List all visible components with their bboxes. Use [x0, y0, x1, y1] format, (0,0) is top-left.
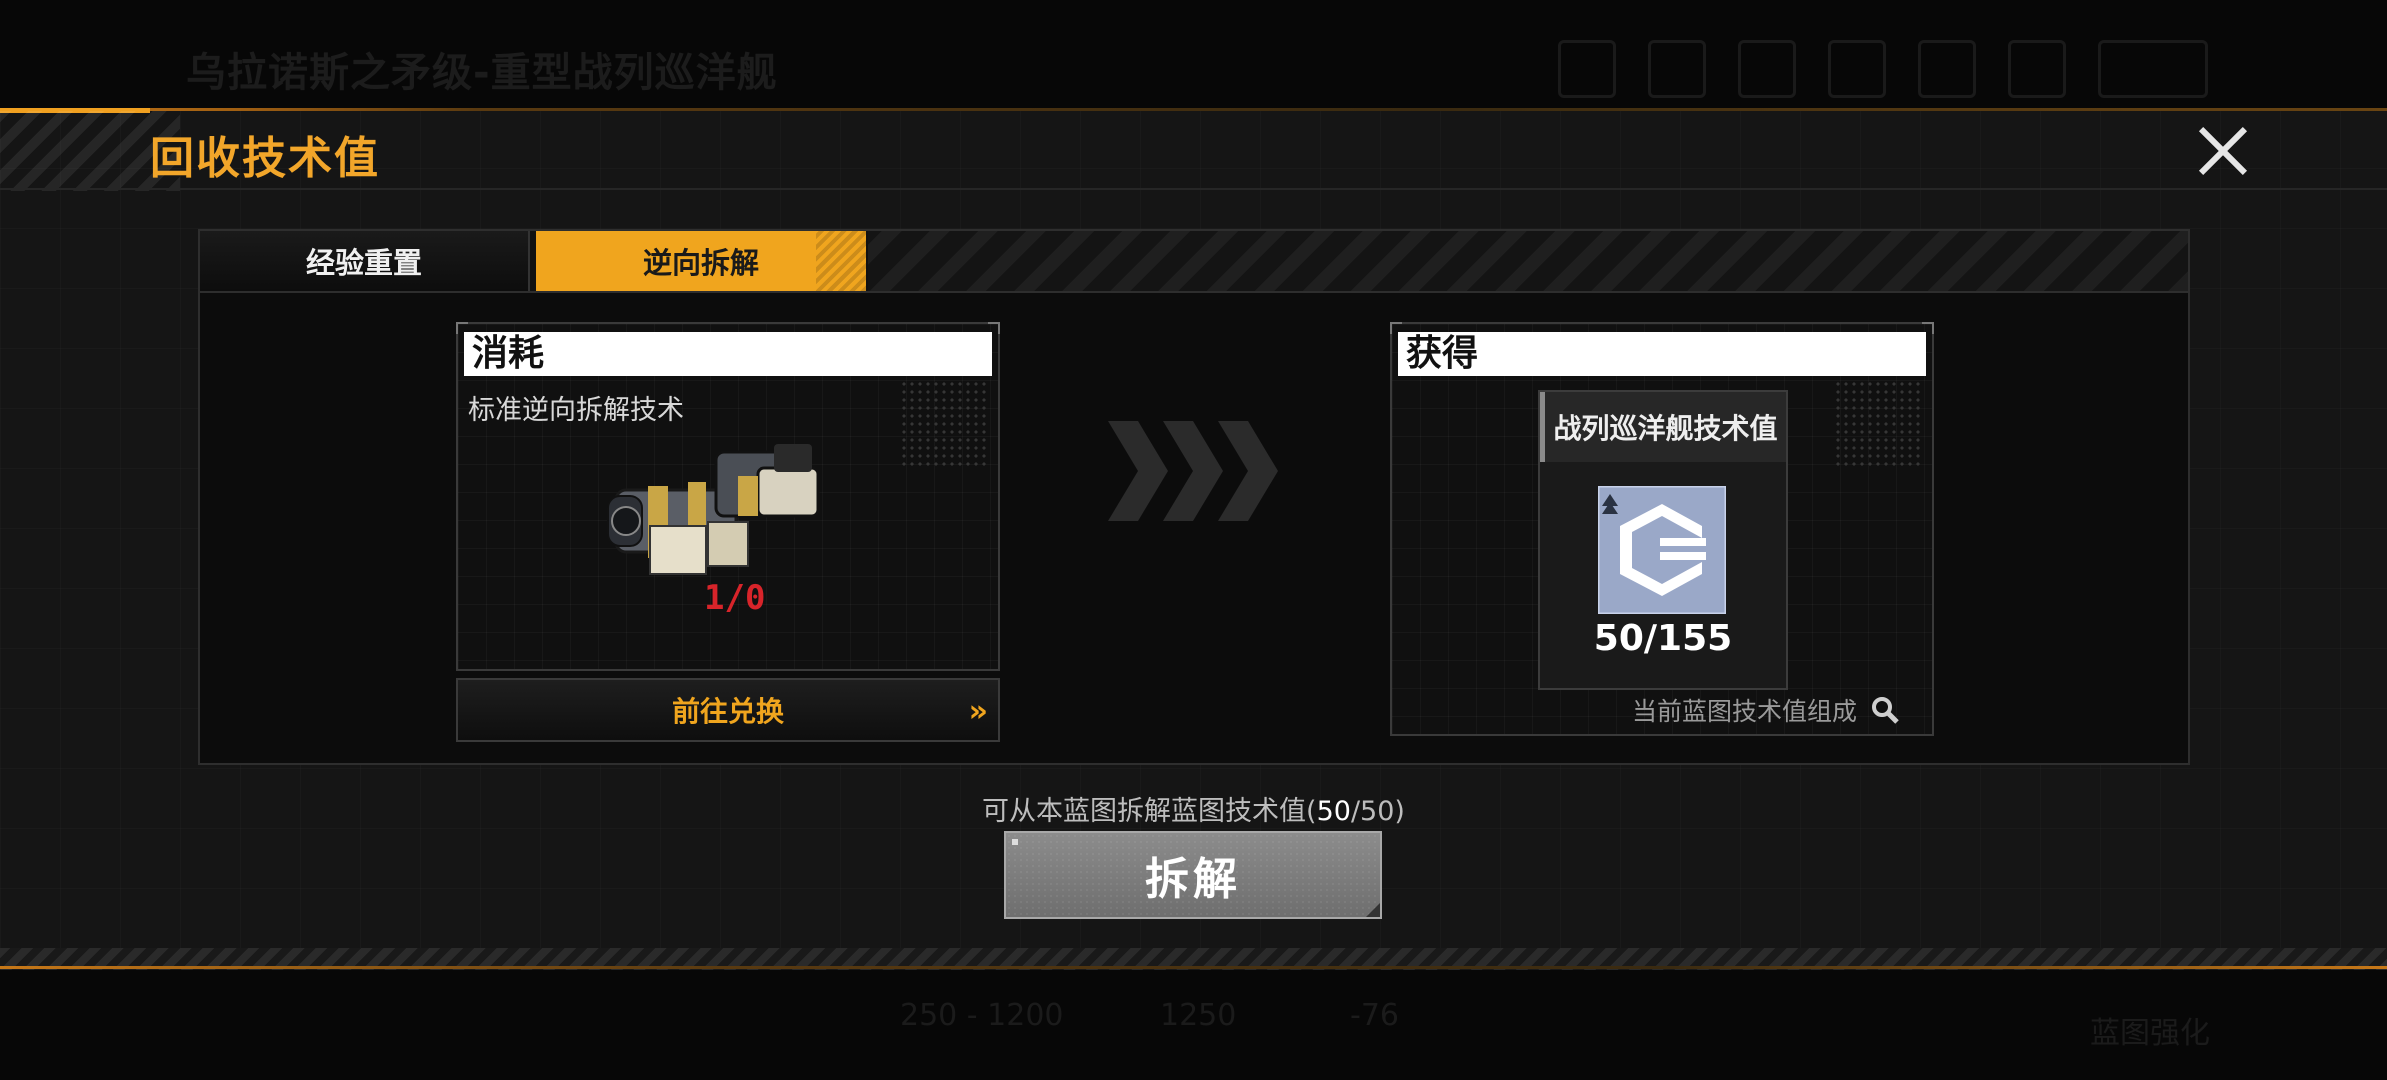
tab-experience-reset[interactable]: 经验重置 — [200, 231, 530, 291]
arrow-chevrons-icon — [1108, 421, 1278, 521]
tech-value-count: 50/155 — [1593, 618, 1733, 659]
info-total: 50 — [1360, 796, 1395, 827]
info-prefix: 可从本蓝图拆解蓝图技术值( — [982, 796, 1317, 827]
dialog-title: 回收技术值 — [150, 133, 380, 184]
info-value: 50 — [1316, 796, 1351, 827]
goto-exchange-label: 前往兑换 — [671, 695, 784, 728]
recover-tech-value-dialog: 回收技术值 经验重置 逆向拆解 消耗 标准逆向拆解技术 1/0 前往兑换 » 获… — [0, 108, 2387, 970]
info-suffix: ) — [1394, 796, 1405, 827]
camera-icon — [1558, 40, 1616, 98]
share-icon — [1738, 40, 1796, 98]
tech-composition-link[interactable]: 当前蓝图技术值组成 — [1632, 692, 1899, 728]
dot-decoration — [900, 380, 990, 470]
dismantle-tech-item-icon[interactable] — [598, 422, 838, 592]
background-footer-value: 1250 — [1160, 998, 1237, 1033]
tab-bar-stripes — [868, 231, 2188, 291]
background-footer: 250 - 1200 1250 -76 蓝图强化 — [0, 968, 2387, 1080]
consume-header: 消耗 — [464, 332, 992, 376]
background-title: 乌拉诺斯之矛级-重型战列巡洋舰 — [186, 50, 778, 96]
header-divider — [0, 188, 2387, 190]
user-icon — [1648, 40, 1706, 98]
gain-header: 获得 — [1398, 332, 1926, 376]
main-panel: 经验重置 逆向拆解 消耗 标准逆向拆解技术 1/0 前往兑换 » 获得 战列巡洋… — [198, 229, 2190, 765]
tech-value-name: 战列巡洋舰技术值 — [1540, 392, 1786, 462]
tab-bar: 经验重置 逆向拆解 — [200, 231, 2188, 293]
dot-decoration — [1834, 380, 1924, 470]
consume-card: 消耗 标准逆向拆解技术 1/0 — [456, 322, 1000, 671]
goto-exchange-button[interactable]: 前往兑换 » — [456, 678, 1000, 742]
settings-icon — [2008, 40, 2066, 98]
magnifier-icon — [1872, 697, 1899, 724]
background-footer-button: 蓝图强化 — [2090, 1016, 2210, 1051]
background-footer-delta: -76 — [1350, 998, 1399, 1033]
close-button[interactable] — [2196, 124, 2250, 178]
battlecruiser-tech-icon — [1598, 486, 1726, 614]
eye-icon — [1828, 40, 1886, 98]
corner-bracket — [1922, 322, 1934, 334]
corner-bracket — [1390, 322, 1402, 334]
background-footer-range: 250 - 1200 — [900, 998, 1064, 1033]
background-header: 乌拉诺斯之矛级-重型战列巡洋舰 — [0, 0, 2387, 108]
consume-item-count: 1/0 — [704, 578, 766, 618]
dismantle-label: 拆解 — [1145, 854, 1241, 905]
info-separator: / — [1350, 796, 1361, 827]
dialog-top-border — [0, 108, 2387, 111]
corner-bracket — [988, 322, 1000, 334]
tab-reverse-dismantle[interactable]: 逆向拆解 — [536, 231, 866, 291]
info-icon — [1918, 40, 1976, 98]
dialog-bottom-border — [0, 966, 2387, 969]
dismantle-info-text: 可从本蓝图拆解蓝图技术值(50/50) — [0, 789, 2387, 828]
corner-bracket — [456, 322, 468, 334]
composition-label: 当前蓝图技术值组成 — [1632, 697, 1858, 726]
back-icon — [2098, 40, 2208, 98]
tech-value-item[interactable]: 战列巡洋舰技术值 50/155 — [1538, 390, 1788, 690]
dismantle-button[interactable]: 拆解 — [1004, 831, 1382, 919]
gain-card: 获得 战列巡洋舰技术值 50/155 当前蓝图技术值组成 — [1390, 322, 1934, 736]
double-chevron-right-icon: » — [968, 694, 988, 729]
